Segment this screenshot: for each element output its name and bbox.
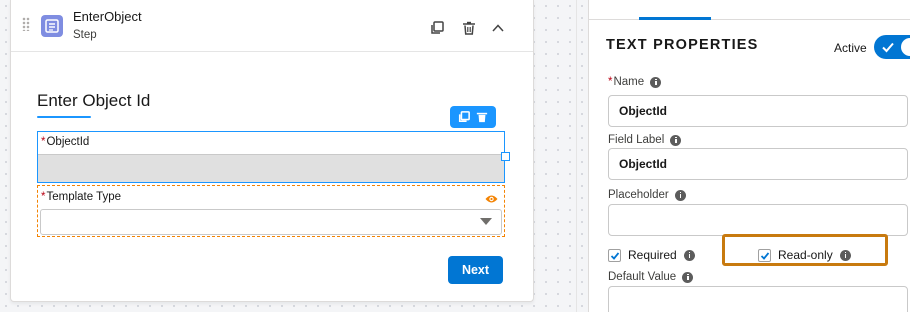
checkmark-icon [610,251,620,260]
panel-title: TEXT PROPERTIES [606,37,759,53]
next-button[interactable]: Next [448,256,503,284]
copy-icon[interactable] [458,111,470,123]
default-value-label: Default Value [608,271,694,283]
required-asterisk: * [41,136,46,148]
panel-tabs [589,0,910,20]
active-toggle[interactable] [874,35,910,59]
default-value-label-text: Default Value [608,271,677,283]
readonly-checkbox-row: Read-only [758,248,851,262]
step-header: EnterObject Step [11,0,533,52]
step-name: EnterObject [73,9,142,24]
placeholder-label: Placeholder [608,189,686,201]
field-label-input[interactable]: ObjectId [608,148,908,180]
form-title: Enter Object Id [37,91,151,110]
drag-handle-icon[interactable] [22,17,30,31]
caret-down-icon [480,218,492,225]
field-toolbar [450,106,496,128]
title-underline [37,116,91,118]
toggle-knob [901,38,910,56]
info-icon[interactable] [650,76,662,88]
objectid-label: *ObjectId [41,136,89,148]
info-icon[interactable] [683,249,695,261]
field-label-label: Field Label [608,134,682,146]
template-type-select[interactable] [40,209,502,235]
placeholder-label-text: Placeholder [608,189,669,201]
placeholder-input[interactable] [608,204,908,236]
default-value-input[interactable] [608,286,908,312]
readonly-label: Read-only [778,248,833,262]
eye-icon[interactable] [485,193,498,203]
name-input[interactable]: ObjectId [608,95,908,127]
checkmark-icon [882,42,894,53]
form-canvas: Enter Object Id *ObjectId *Template Type… [11,53,533,301]
copy-icon[interactable] [430,21,444,35]
delete-icon[interactable] [476,111,488,123]
required-checkbox-row: Required [608,248,695,262]
required-checkbox[interactable] [608,248,621,262]
step-type-label: Step [73,29,97,41]
required-label: Required [628,248,677,262]
info-icon[interactable] [682,271,694,283]
info-icon[interactable] [670,134,682,146]
name-label-text: Name [613,76,645,88]
required-asterisk: * [608,76,613,88]
active-tab-indicator [639,17,711,20]
resize-handle[interactable] [501,152,510,161]
checkmark-icon [760,251,770,260]
info-icon[interactable] [839,249,851,261]
required-asterisk: * [41,191,46,203]
step-card: EnterObject Step Enter Object Id *Object… [10,0,534,302]
step-form-icon [41,15,63,37]
objectid-field[interactable]: *ObjectId [37,131,505,183]
field-label-label-text: Field Label [608,134,665,146]
name-label: *Name [608,76,662,88]
chevron-up-icon[interactable] [491,21,505,35]
template-type-label-text: Template Type [46,191,122,203]
delete-icon[interactable] [462,21,476,35]
readonly-checkbox[interactable] [758,248,771,262]
info-icon[interactable] [674,189,686,201]
properties-panel: TEXT PROPERTIES Active *Name ObjectId Fi… [588,0,910,312]
canvas-divider [576,0,577,312]
objectid-label-text: ObjectId [46,136,90,148]
template-type-field[interactable]: *Template Type [37,185,505,237]
objectid-input[interactable] [38,154,504,182]
active-label: Active [834,41,867,55]
template-type-label: *Template Type [41,191,121,203]
